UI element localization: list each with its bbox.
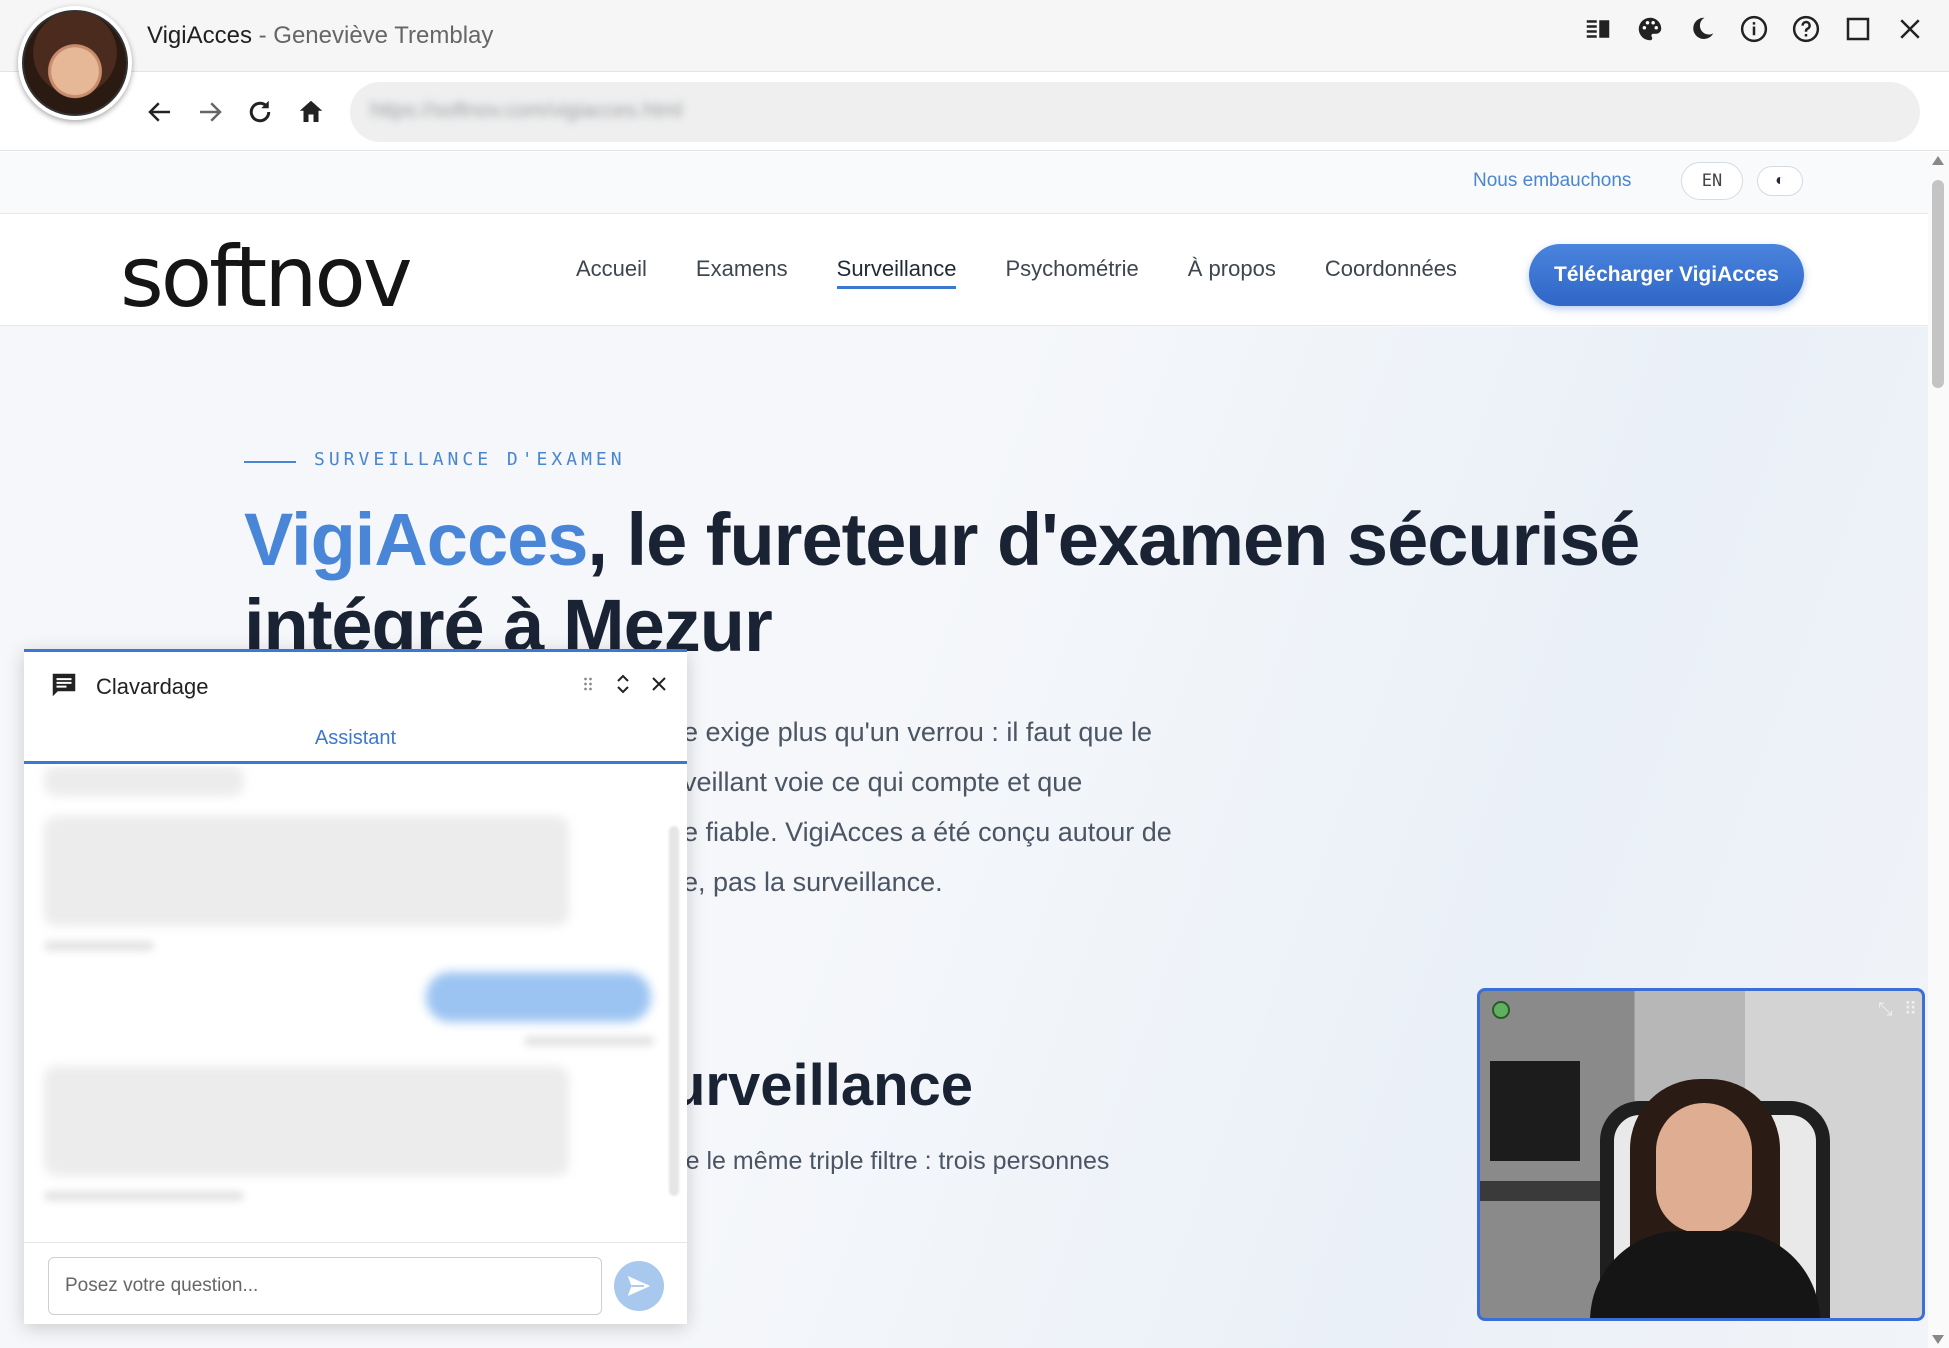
site-nav: Accueil Examens Surveillance Psychométri… [576,256,1457,289]
assistant-message [44,816,569,926]
download-button[interactable]: Télécharger VigiAcces [1529,244,1804,306]
send-icon [627,1276,651,1296]
language-toggle[interactable]: EN [1681,162,1743,200]
title-separator: - [251,22,274,49]
tab-assistant[interactable]: Assistant [24,712,687,764]
hero-lead: e exige plus qu'un verrou : il faut que … [683,707,1383,907]
chat-panel: Clavardage Assistant [24,649,687,1324]
back-arrow-icon [148,102,170,122]
home-icon [299,100,323,122]
headline-brand: VigiAcces [244,498,588,581]
utility-bar: Nous embauchons EN ◐ [0,152,1928,214]
scroll-thumb[interactable] [1932,180,1944,388]
help-icon[interactable] [1791,14,1821,44]
avatar-photo [22,10,128,116]
live-status-icon [1492,1001,1510,1019]
reader-icon[interactable] [1583,14,1613,44]
info-icon[interactable] [1739,14,1769,44]
assistant-message [44,1066,569,1176]
expand-icon[interactable] [609,670,637,698]
palette-icon[interactable] [1635,14,1665,44]
site-header: softnov Accueil Examens Surveillance Psy… [0,214,1928,326]
maximize-icon[interactable] [1843,14,1873,44]
assistant-message [44,766,244,796]
title-bar: VigiAcces - Geneviève Tremblay [0,0,1949,72]
lead-line: e exige plus qu'un verrou : il faut que … [683,717,1152,747]
chat-icon [52,673,76,697]
window-controls [1583,14,1925,44]
forward-button[interactable] [193,95,227,129]
section-title: urveillance [670,1053,974,1118]
page-scrollbar[interactable] [1928,152,1949,1348]
chat-messages [24,766,687,1236]
close-icon[interactable] [1895,14,1925,44]
nav-coordonnees[interactable]: Coordonnées [1325,256,1457,289]
video-drag-handle-icon[interactable]: ⠿ [1904,999,1917,1020]
scroll-down-icon[interactable] [1932,1335,1944,1344]
nav-surveillance[interactable]: Surveillance [836,256,957,289]
video-person-face [1656,1103,1752,1233]
address-bar[interactable]: https://softnov.com/vigiacces.html [350,82,1920,142]
chat-close-icon[interactable] [645,670,673,698]
tab-underline [24,761,687,764]
eyebrow-rule [244,461,296,463]
reload-button[interactable] [243,95,277,129]
message-timestamp [524,1036,654,1046]
nav-examens[interactable]: Examens [696,256,788,289]
drag-handle-icon[interactable] [574,670,602,698]
nav-accueil[interactable]: Accueil [576,256,647,289]
user-message [426,972,651,1022]
user-name: Geneviève Tremblay [273,22,494,49]
send-button[interactable] [614,1261,664,1311]
chat-scrollbar[interactable] [669,826,679,1196]
message-timestamp [44,941,154,951]
page-title: VigiAcces, le fureteur d'examen sécurisé… [244,497,1744,669]
chat-footer [24,1242,687,1327]
chat-question-input[interactable] [48,1257,602,1315]
nav-a-propos[interactable]: À propos [1188,256,1276,289]
avatar[interactable] [18,6,132,120]
browser-toolbar: https://softnov.com/vigiacces.html [0,73,1949,151]
app-name: VigiAcces [147,22,252,49]
eyebrow-label: SURVEILLANCE D'EXAMEN [314,449,626,470]
scroll-up-icon[interactable] [1932,156,1944,165]
forward-arrow-icon [200,102,222,122]
nav-psychometrie[interactable]: Psychométrie [1005,256,1138,289]
message-timestamp [44,1191,244,1201]
chat-tabs: Assistant [24,712,687,764]
video-preview[interactable]: ⤡ ⠿ [1477,988,1925,1321]
window-title: VigiAcces - Geneviève Tremblay [147,22,493,50]
home-button[interactable] [294,95,328,129]
minimize-video-icon[interactable]: ⤡ [1878,999,1892,1020]
lead-line: e fiable. VigiAcces a été conçu autour d… [683,817,1172,847]
hiring-link[interactable]: Nous embauchons [1473,170,1631,192]
theme-toggle-icon[interactable]: ◐ [1757,166,1803,196]
back-button[interactable] [143,95,177,129]
reload-icon [249,100,271,123]
chat-header: Clavardage [24,652,687,712]
video-monitor [1490,1061,1580,1161]
chat-title: Clavardage [96,674,209,699]
lead-line: e, pas la surveillance. [683,867,943,897]
site-logo[interactable]: softnov [120,228,413,326]
url-text[interactable]: https://softnov.com/vigiacces.html [370,99,682,123]
moon-icon[interactable] [1687,14,1717,44]
lead-line: veillant voie ce qui compte et que [683,767,1083,797]
